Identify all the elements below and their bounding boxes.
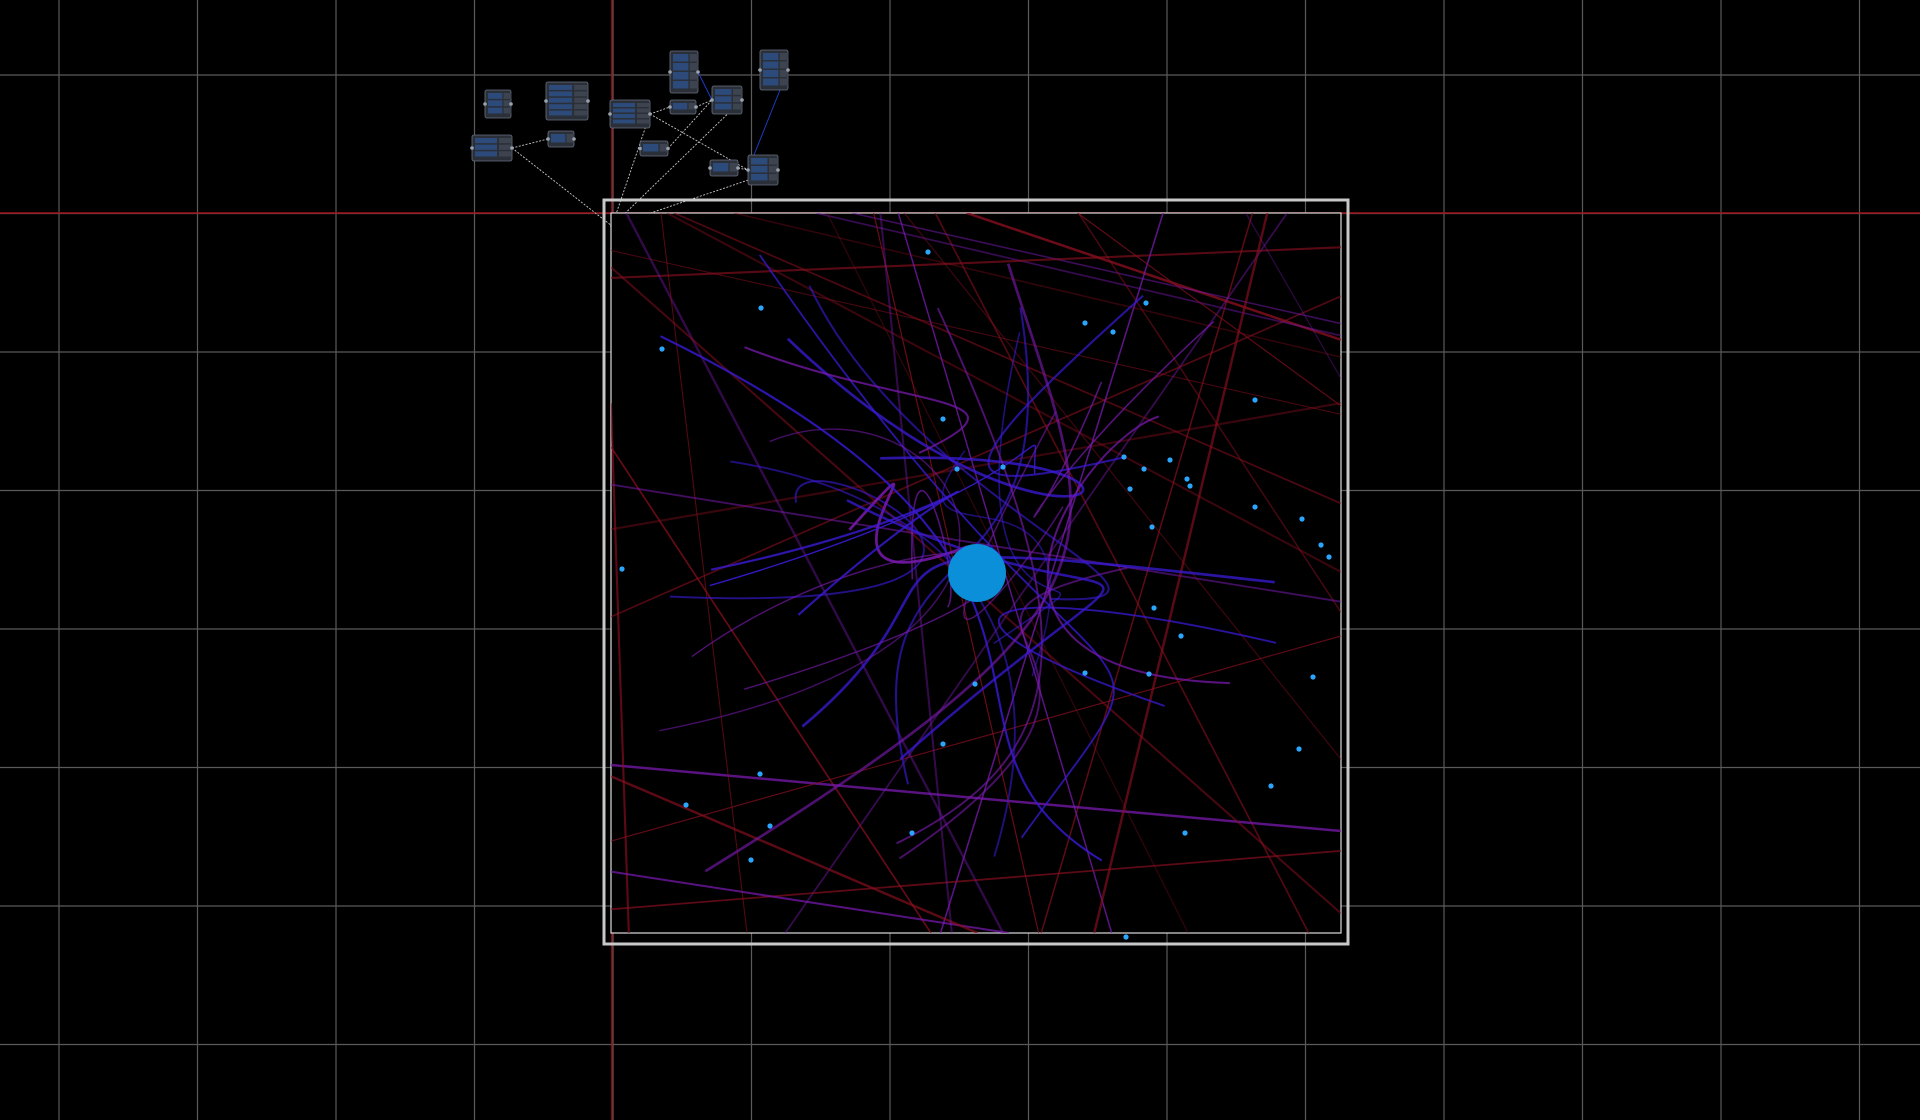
particle-dot-icon: [1146, 671, 1152, 677]
particle-dot-icon: [1326, 554, 1332, 560]
particle-dot-icon: [1143, 300, 1149, 306]
particle-dot-icon: [767, 823, 773, 829]
particle-dot-icon: [683, 802, 689, 808]
particle-dot-icon: [1187, 483, 1193, 489]
particle-dot-icon: [748, 857, 754, 863]
particle-dot-icon: [1000, 464, 1006, 470]
particle-dot-icon: [1268, 783, 1274, 789]
particle-dot-icon: [758, 305, 764, 311]
particle-viewer[interactable]: [0, 0, 1920, 1120]
particle-dot-icon: [940, 416, 946, 422]
particle-dot-icon: [757, 771, 763, 777]
particle-dot-icon: [659, 346, 665, 352]
particle-dot-icon: [1296, 746, 1302, 752]
particle-dot-icon: [1252, 504, 1258, 510]
particle-dot-icon: [972, 681, 978, 687]
particle-dot-icon: [1184, 476, 1190, 482]
particle-dot-icon: [1167, 457, 1173, 463]
particle-dot-icon: [909, 830, 915, 836]
particle-dot-icon: [1141, 466, 1147, 472]
particle-dot-icon: [1121, 454, 1127, 460]
particle-dot-icon: [1252, 397, 1258, 403]
particle-dot-icon: [1110, 329, 1116, 335]
particle-dot-icon: [1082, 670, 1088, 676]
particle-dot-icon: [1299, 516, 1305, 522]
particle-dot-icon: [1082, 320, 1088, 326]
particle-dot-icon: [619, 566, 625, 572]
particle-dot-icon: [954, 466, 960, 472]
particle-dot-icon: [1182, 830, 1188, 836]
particle-dot-icon: [1318, 542, 1324, 548]
particle-dot-icon: [1310, 674, 1316, 680]
particle-dot-icon: [940, 741, 946, 747]
particle-dot-icon: [1149, 524, 1155, 530]
particle-dot-icon: [1127, 486, 1133, 492]
particle-dot-icon: [1178, 633, 1184, 639]
node-editor-canvas[interactable]: [0, 0, 1920, 1120]
particle-dot-icon: [925, 249, 931, 255]
particle-dot-icon: [1123, 934, 1129, 940]
particle-dot-icon: [1151, 605, 1157, 611]
attractor-circle-icon[interactable]: [948, 544, 1006, 602]
